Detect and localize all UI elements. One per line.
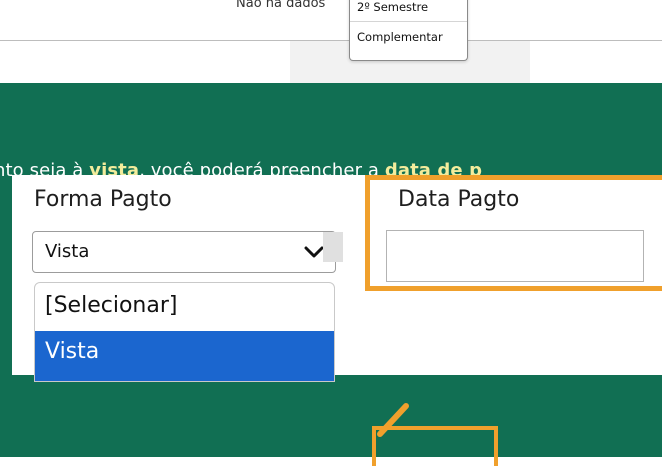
payment-form-screenshot: Forma Pagto Vista Data Pagto [Selecionar… [12,175,662,382]
dropdown-divider [350,21,467,22]
option-vista-label: Vista [45,339,100,364]
no-data-text: Não há dados [236,0,326,11]
payment-method-select[interactable]: Vista [32,231,336,273]
payment-method-label: Forma Pagto [34,187,172,212]
callout-box [372,426,498,466]
semester-option-complementar[interactable]: Complementar [357,30,443,44]
option-selecionar[interactable]: [Selecionar] [45,293,177,318]
payment-method-options[interactable]: [Selecionar] Vista [34,282,335,382]
semester-option-2nd[interactable]: 2º Semestre [357,0,428,14]
dropdown-scroll-edge [323,232,343,262]
chevron-down-icon [304,246,324,258]
payment-date-label: Data Pagto [398,187,520,212]
payment-date-input[interactable] [386,230,644,282]
table-strip: Não há dados 2º Semestre Complementar [0,0,662,83]
semester-dropdown[interactable]: 2º Semestre Complementar [349,0,468,61]
option-vista-highlighted[interactable]: Vista [35,331,334,381]
payment-method-value: Vista [45,241,90,262]
